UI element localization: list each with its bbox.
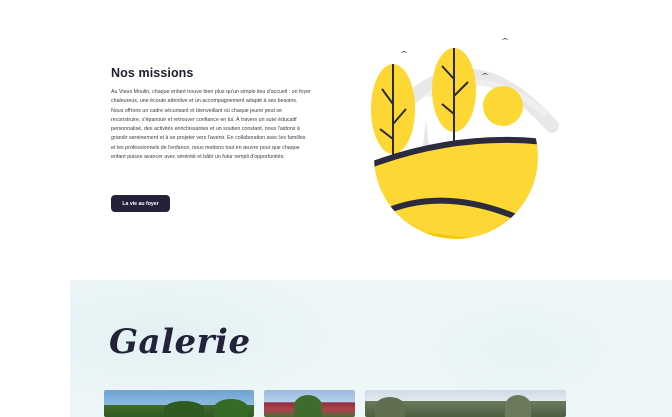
missions-text-block: Nos missions Au Vieux Moulin, chaque enf… bbox=[111, 66, 311, 162]
gallery-photo-3[interactable] bbox=[365, 390, 566, 417]
missions-paragraph: Au Vieux Moulin, chaque enfant trouve bi… bbox=[111, 89, 311, 161]
gallery-photo-2[interactable] bbox=[264, 390, 355, 417]
sun-icon bbox=[483, 86, 523, 126]
photo-tree bbox=[214, 399, 248, 417]
gallery-title: Galerie bbox=[109, 322, 251, 362]
photo-tree bbox=[505, 395, 531, 417]
photo-tree bbox=[164, 401, 204, 417]
bird-icon bbox=[400, 51, 408, 53]
photo-tree bbox=[294, 395, 322, 417]
photo-tree bbox=[375, 397, 405, 417]
gallery-photo-1[interactable] bbox=[104, 390, 254, 417]
missions-title: Nos missions bbox=[111, 66, 194, 80]
la-vie-au-foyer-button[interactable]: La vie au foyer bbox=[111, 195, 170, 212]
landscape-illustration bbox=[371, 38, 559, 239]
bird-icon bbox=[501, 38, 509, 40]
